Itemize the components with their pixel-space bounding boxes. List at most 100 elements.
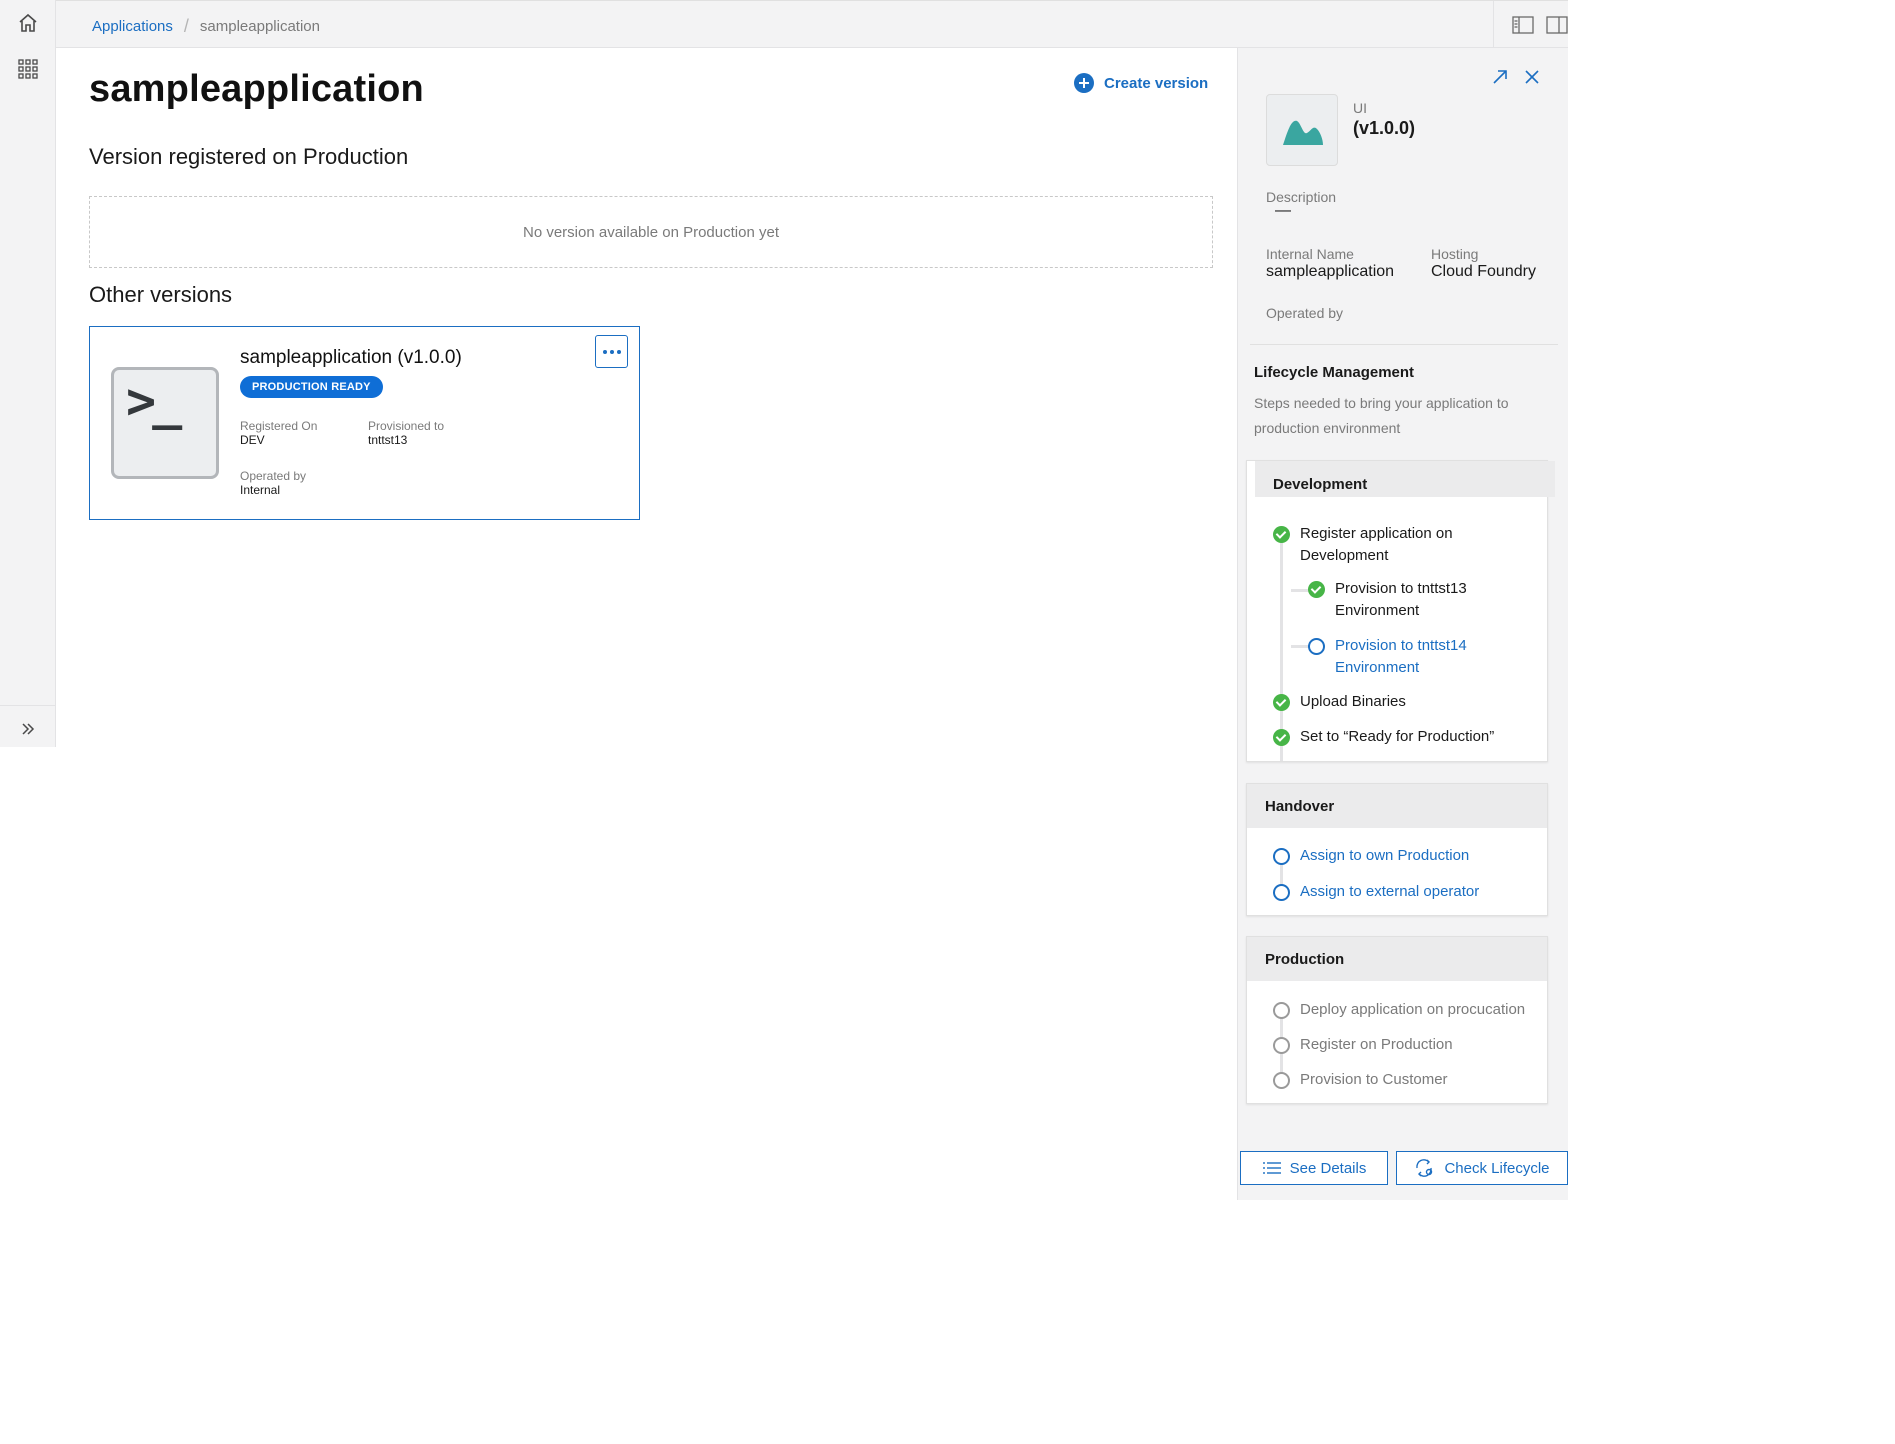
main-content: sampleapplication Create version Version… xyxy=(56,48,1236,748)
home-button[interactable] xyxy=(0,0,56,46)
left-pane-layout-icon[interactable] xyxy=(1512,16,1534,34)
breadcrumb: Applications / sampleapplication xyxy=(92,16,320,37)
double-chevron-right-icon xyxy=(22,722,35,735)
registered-on-value: DEV xyxy=(240,433,265,447)
grid-icon xyxy=(18,59,38,79)
step-label: Provision to tnttst13 Environment xyxy=(1335,580,1467,619)
panel-operated-by-label: Operated by xyxy=(1266,305,1344,321)
check-circle-icon xyxy=(1273,729,1290,746)
check-circle-icon xyxy=(1308,581,1325,598)
check-lifecycle-label: Check Lifecycle xyxy=(1444,1159,1550,1177)
card-operated-by-value: Internal xyxy=(240,483,281,497)
breadcrumb-applications-link[interactable]: Applications xyxy=(92,18,173,35)
breadcrumb-current: sampleapplication xyxy=(199,18,320,35)
step-label: Register application on Development xyxy=(1300,525,1453,564)
see-details-label: See Details xyxy=(1289,1159,1367,1177)
page-title: sampleapplication xyxy=(89,68,424,110)
open-circle-icon xyxy=(1308,638,1325,655)
empty-circle-icon xyxy=(1273,1037,1290,1054)
stage-handover-header: Handover xyxy=(1247,784,1547,828)
stage-production: Production Deploy application on procuca… xyxy=(1246,936,1548,1104)
open-circle-icon xyxy=(1273,884,1290,901)
step-label: Register on Production xyxy=(1300,1036,1453,1053)
status-badge: PRODUCTION READY xyxy=(240,376,383,398)
provisioned-to-value: tnttst13 xyxy=(368,433,408,447)
registered-on-label: Registered On xyxy=(240,419,318,433)
right-pane-layout-icon[interactable] xyxy=(1546,16,1568,34)
app-canvas: Applications / sampleapplication samplea… xyxy=(0,0,1568,1200)
apps-grid-button[interactable] xyxy=(0,46,56,92)
check-circle-icon xyxy=(1273,694,1290,711)
stage-timeline-branch xyxy=(1291,645,1309,648)
step-assign-own-production[interactable]: Assign to own Production xyxy=(1273,845,1533,867)
open-in-full-icon[interactable] xyxy=(1491,68,1509,86)
panel-footer: See Details Check Lifecycle xyxy=(1238,1131,1568,1200)
step-label: Provision to Customer xyxy=(1300,1071,1448,1088)
lifecycle-subtitle: Steps needed to bring your application t… xyxy=(1254,395,1509,436)
step-label: Assign to external operator xyxy=(1300,883,1480,900)
open-circle-icon xyxy=(1273,848,1290,865)
left-rail xyxy=(0,0,56,747)
production-heading: Version registered on Production xyxy=(89,144,409,169)
terminal-icon-glyph: >_ xyxy=(126,372,182,430)
stage-development-header: Development xyxy=(1255,461,1555,497)
description-value: — xyxy=(1275,202,1291,219)
internal-name-value: sampleapplication xyxy=(1266,263,1395,280)
panel-actions xyxy=(1491,68,1541,86)
plus-circle-icon xyxy=(1074,73,1094,93)
empty-circle-icon xyxy=(1273,1072,1290,1089)
provisioned-to-label: Provisioned to xyxy=(368,419,445,433)
step-deploy-production: Deploy application on procucation xyxy=(1273,999,1543,1021)
stage-development: Development Register application on Deve… xyxy=(1246,460,1555,762)
stage-development-title: Development xyxy=(1273,476,1368,493)
see-details-button[interactable]: See Details xyxy=(1240,1151,1388,1185)
top-bar: Applications / sampleapplication xyxy=(56,0,1568,49)
version-card[interactable]: >_ sampleapplication (v1.0.0) PRODUCTION… xyxy=(89,326,640,520)
step-ready-for-production: Set to “Ready for Production” xyxy=(1273,726,1543,748)
stage-production-header: Production xyxy=(1247,937,1547,981)
more-actions-button[interactable] xyxy=(595,335,628,368)
lifecycle-title: Lifecycle Management xyxy=(1254,364,1415,381)
close-icon[interactable] xyxy=(1523,68,1541,86)
stage-production-title: Production xyxy=(1265,950,1345,968)
hosting-label: Hosting xyxy=(1431,246,1479,262)
step-provision-tnttst13: Provision to tnttst13 Environment xyxy=(1308,578,1508,622)
hosting-value: Cloud Foundry xyxy=(1431,263,1536,280)
panel-divider xyxy=(1250,344,1558,345)
details-panel: UI (v1.0.0) Description — Internal Name … xyxy=(1237,48,1568,1200)
more-dot-icon xyxy=(602,349,607,354)
step-label: Upload Binaries xyxy=(1300,693,1406,710)
app-version: (v1.0.0) xyxy=(1353,118,1416,138)
step-assign-external-operator[interactable]: Assign to external operator xyxy=(1273,881,1533,903)
stage-handover: Handover Assign to own Production Assign… xyxy=(1246,783,1548,916)
step-label: Set to “Ready for Production” xyxy=(1300,728,1495,745)
stage-timeline-branch xyxy=(1291,589,1309,592)
area-chart-icon xyxy=(1283,120,1323,145)
card-operated-by-label: Operated by xyxy=(240,469,307,483)
check-circle-icon xyxy=(1273,526,1290,543)
more-dot-icon xyxy=(616,349,621,354)
refresh-gear-icon xyxy=(1416,1159,1433,1177)
step-provision-tnttst14[interactable]: Provision to tnttst14 Environment xyxy=(1308,635,1508,679)
step-register-development: Register application on Development xyxy=(1273,523,1533,567)
list-icon xyxy=(1262,1162,1281,1174)
step-upload-binaries: Upload Binaries xyxy=(1273,691,1533,713)
production-empty-text: No version available on Production yet xyxy=(523,223,779,241)
create-version-label: Create version xyxy=(1104,74,1209,92)
home-icon xyxy=(19,13,37,32)
more-dot-icon xyxy=(609,349,614,354)
step-label: Deploy application on procucation xyxy=(1300,1001,1526,1018)
step-label: Assign to own Production xyxy=(1300,847,1470,864)
other-versions-heading: Other versions xyxy=(89,282,233,307)
check-lifecycle-button[interactable]: Check Lifecycle xyxy=(1396,1151,1568,1185)
app-type: UI xyxy=(1353,100,1367,116)
step-label: Provision to tnttst14 Environment xyxy=(1335,637,1467,676)
internal-name-label: Internal Name xyxy=(1266,246,1354,262)
expand-rail-button[interactable] xyxy=(0,705,56,751)
panel-header: UI (v1.0.0) Description — Internal Name … xyxy=(1238,48,1568,346)
stage-handover-title: Handover xyxy=(1265,797,1335,815)
step-provision-customer: Provision to Customer xyxy=(1273,1069,1533,1091)
create-version-button[interactable]: Create version xyxy=(1074,73,1208,93)
version-card-title: sampleapplication (v1.0.0) xyxy=(240,347,462,368)
production-empty-state: No version available on Production yet xyxy=(89,196,1213,268)
